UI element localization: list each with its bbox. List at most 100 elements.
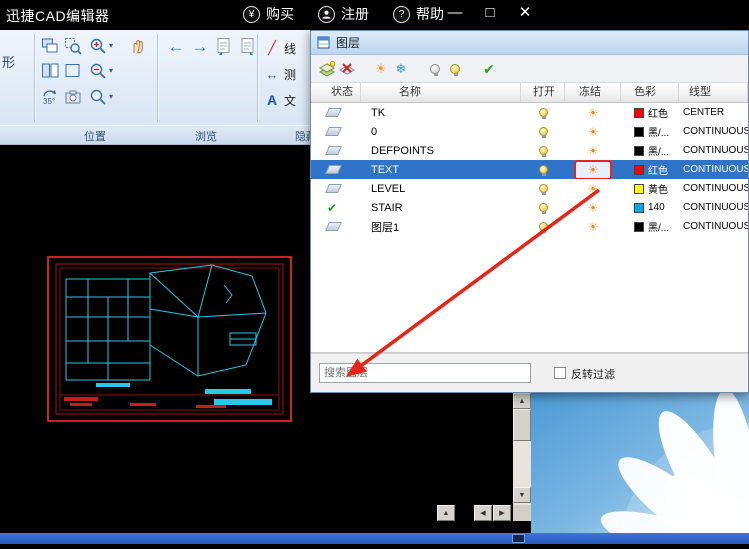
layer-color-cell[interactable]: 黑/...: [621, 217, 679, 236]
layer-linetype[interactable]: CENTER: [679, 103, 748, 122]
zoom-extents-dropdown-caret[interactable]: ▾: [109, 92, 113, 101]
zoom-out-dropdown-caret[interactable]: ▾: [109, 66, 113, 75]
scroll-right-button[interactable]: ▶: [493, 505, 511, 521]
layer-row[interactable]: DEFPOINTS ☀ 黑/... CONTINUOUS: [311, 141, 748, 160]
layer-freeze-toggle[interactable]: ☀: [565, 141, 621, 160]
layer-name: 图层1: [361, 217, 521, 236]
new-layer-button[interactable]: [317, 58, 337, 80]
column-header-open[interactable]: 打开: [521, 83, 565, 102]
delete-layer-button[interactable]: [337, 58, 357, 80]
layer-open-toggle[interactable]: [521, 160, 565, 179]
layer-status-cell: [311, 179, 361, 198]
layer-freeze-toggle[interactable]: ☀: [565, 198, 621, 217]
text-tool-label[interactable]: 文: [284, 92, 296, 109]
zoom-extents-icon[interactable]: [88, 87, 108, 107]
scroll-left-button[interactable]: ◀: [474, 505, 492, 521]
invert-filter-checkbox[interactable]: [554, 367, 566, 379]
back-icon[interactable]: ←: [166, 36, 186, 56]
column-header-color[interactable]: 色彩: [621, 83, 679, 102]
scroll-down-button[interactable]: ▼: [513, 487, 531, 503]
layer-row[interactable]: 0 ☀ 黑/... CONTINUOUS: [311, 122, 748, 141]
layer-linetype[interactable]: CONTINUOUS: [679, 179, 748, 198]
layer-row[interactable]: LEVEL ☀ 黄色 CONTINUOUS: [311, 179, 748, 198]
column-header-status[interactable]: 状态: [311, 83, 361, 102]
close-button[interactable]: ✕: [515, 3, 535, 21]
layer-linetype[interactable]: CONTINUOUS: [679, 122, 748, 141]
next-page-icon[interactable]: [238, 36, 258, 56]
measure-tool-label[interactable]: 测: [284, 66, 296, 83]
layer-open-toggle[interactable]: [521, 179, 565, 198]
set-current-button[interactable]: ✔: [479, 58, 499, 80]
measure-tool-icon[interactable]: ↔: [262, 64, 282, 84]
layer-open-toggle[interactable]: [521, 122, 565, 141]
prev-page-icon[interactable]: [214, 36, 234, 56]
layer-linetype[interactable]: CONTINUOUS: [679, 141, 748, 160]
line-tool-label[interactable]: 线: [284, 40, 296, 57]
layer-table: 状态 名称 打开 冻结 色彩 线型 TK ☀ 红色 CENTER 0: [311, 83, 748, 353]
layer-row[interactable]: TEXT ☀ 红色 CONTINUOUS: [311, 160, 748, 179]
layer-color-cell[interactable]: 黑/...: [621, 122, 679, 141]
column-header-freeze[interactable]: 冻结: [565, 83, 621, 102]
taskbar[interactable]: [0, 533, 749, 544]
zoom-out-icon[interactable]: [88, 61, 108, 81]
rotate-view-icon[interactable]: 35°: [40, 87, 60, 107]
vertical-scrollbar-thumb[interactable]: [513, 409, 531, 441]
layer-freeze-toggle[interactable]: ☀: [565, 217, 621, 236]
column-header-linetype[interactable]: 线型: [679, 83, 748, 102]
layer-search-input[interactable]: [319, 363, 531, 383]
layer-open-toggle[interactable]: [521, 141, 565, 160]
layers-dialog-titlebar[interactable]: 图层: [311, 31, 748, 55]
thaw-sun-button[interactable]: ☀: [371, 58, 391, 80]
layer-linetype[interactable]: CONTINUOUS: [679, 217, 748, 236]
color-swatch: [634, 146, 644, 156]
column-header-name[interactable]: 名称: [361, 83, 521, 102]
layer-freeze-toggle[interactable]: ☀: [565, 103, 621, 122]
sun-icon: ☀: [588, 164, 599, 176]
freeze-snowflake-button[interactable]: ❄: [391, 58, 411, 80]
titlebar-actions: ¥ 购买 注册 ? 帮助: [243, 4, 444, 24]
layer-row[interactable]: ✔ STAIR ☀ 140 CONTINUOUS: [311, 198, 748, 217]
layer-color-cell[interactable]: 140: [621, 198, 679, 217]
text-tool-icon[interactable]: A: [262, 90, 282, 110]
layer-open-toggle[interactable]: [521, 103, 565, 122]
pan-hand-icon[interactable]: [128, 36, 148, 56]
layer-color-cell[interactable]: 红色: [621, 103, 679, 122]
layer-open-toggle[interactable]: [521, 198, 565, 217]
layer-row[interactable]: 图层1 ☀ 黑/... CONTINUOUS: [311, 217, 748, 236]
help-button[interactable]: ? 帮助: [393, 4, 444, 24]
scroll-up-button[interactable]: ▲: [513, 393, 531, 409]
layer-open-toggle[interactable]: [521, 217, 565, 236]
layer-freeze-toggle[interactable]: ☀: [565, 179, 621, 198]
layer-name: TK: [361, 103, 521, 122]
minimize-button[interactable]: —: [445, 4, 465, 21]
viewport-icon[interactable]: [40, 36, 60, 56]
color-swatch: [634, 203, 644, 213]
view-split-button[interactable]: ▲: [437, 505, 455, 521]
line-tool-icon[interactable]: ╱: [262, 38, 282, 58]
buy-button[interactable]: ¥ 购买: [243, 4, 294, 24]
bulb-on-icon: [450, 64, 460, 74]
forward-icon[interactable]: →: [190, 36, 210, 56]
bulb-on-icon: [539, 222, 548, 231]
layer-color-cell[interactable]: 红色: [621, 160, 679, 179]
zoom-dropdown-caret[interactable]: ▾: [109, 41, 113, 50]
layer-color-cell[interactable]: 黑/...: [621, 141, 679, 160]
register-button[interactable]: 注册: [318, 4, 369, 24]
layer-off-bulb-button[interactable]: [425, 58, 445, 80]
taskbar-app-icon[interactable]: [512, 534, 525, 543]
layer-status-icon: [325, 146, 342, 155]
tile-windows-icon[interactable]: [40, 61, 60, 81]
zoom-window-icon[interactable]: [63, 36, 83, 56]
layer-freeze-toggle[interactable]: ☀: [565, 122, 621, 141]
snapshot-icon[interactable]: [63, 87, 83, 107]
layer-freeze-toggle[interactable]: ☀: [565, 160, 621, 179]
viewport-single-icon[interactable]: [63, 61, 83, 81]
layer-on-bulb-button[interactable]: [445, 58, 465, 80]
zoom-in-icon[interactable]: [88, 36, 108, 56]
layer-linetype[interactable]: CONTINUOUS: [679, 160, 748, 179]
layer-row[interactable]: TK ☀ 红色 CENTER: [311, 103, 748, 122]
maximize-button[interactable]: □: [480, 4, 500, 21]
layer-color-cell[interactable]: 黄色: [621, 179, 679, 198]
layer-linetype[interactable]: CONTINUOUS: [679, 198, 748, 217]
layer-name: 0: [361, 122, 521, 141]
